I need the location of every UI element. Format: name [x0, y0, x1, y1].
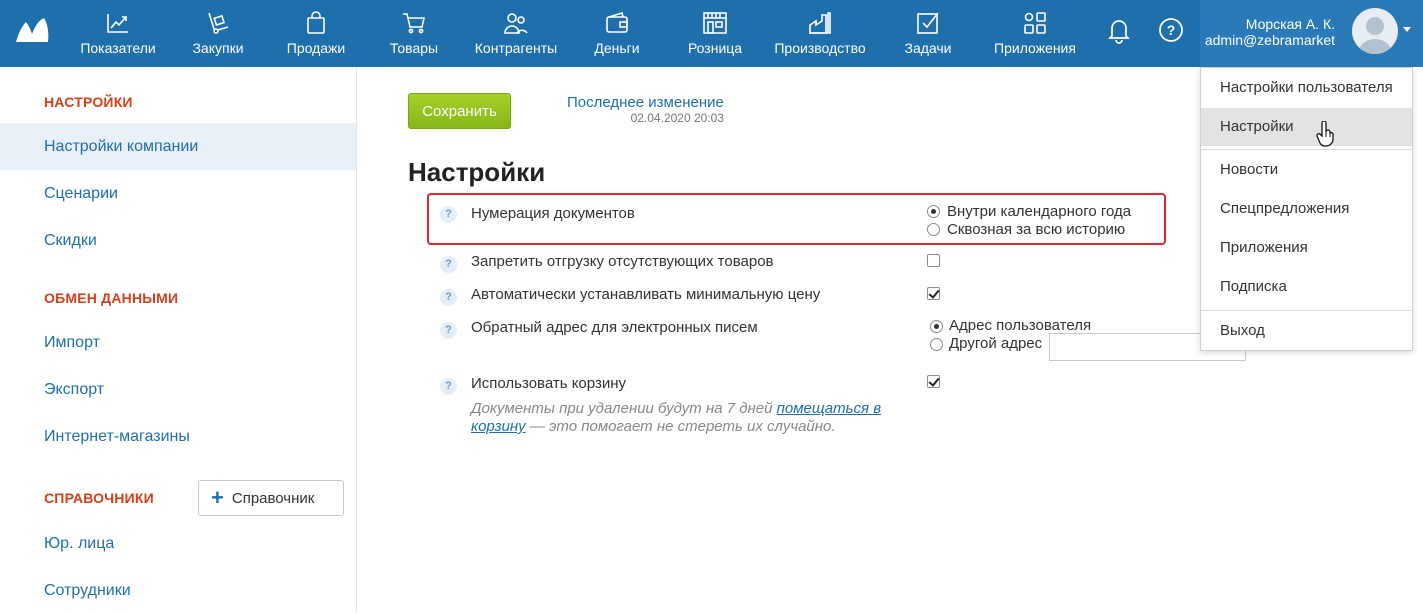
auto-min-price-label: Автоматически устанавливать минимальную … [471, 286, 821, 303]
help-icon[interactable]: ? [440, 289, 457, 306]
nav-item-label: Контрагенты [474, 40, 558, 56]
sidebar-section-title: ОБМЕН ДАННЫМИ [44, 290, 179, 306]
menu-item-apps[interactable]: Приложения [1201, 229, 1412, 267]
auto-min-price-checkbox[interactable] [927, 287, 940, 300]
sidebar-item-export[interactable]: Экспорт [0, 366, 356, 413]
nav-item-label: Товары [389, 40, 439, 56]
add-reference-button[interactable]: + Справочник [198, 480, 344, 516]
menu-item-news[interactable]: Новости [1201, 151, 1412, 189]
store-icon [702, 10, 728, 36]
bell-icon[interactable] [1105, 16, 1133, 44]
last-change-date: 02.04.2020 20:03 [630, 111, 724, 125]
shopping-bag-icon [303, 10, 329, 36]
radio-user-address-label: Адрес пользователя [949, 317, 1092, 334]
factory-icon [807, 10, 833, 36]
user-name: Морская А. К. [1245, 16, 1335, 32]
nav-item-purchases[interactable]: Закупки [192, 0, 244, 67]
nav-item-label: Продажи [286, 40, 346, 56]
radio-user-address[interactable] [930, 320, 943, 333]
sidebar-item-scenarios[interactable]: Сценарии [0, 170, 356, 217]
sidebar-item-import[interactable]: Импорт [0, 319, 356, 366]
nav-item-label: Показатели [80, 40, 156, 56]
people-icon [503, 10, 529, 36]
sidebar-item-legal-entities[interactable]: Юр. лица [0, 520, 356, 567]
user-dropdown-menu: Настройки пользователя Настройки Новости… [1200, 67, 1413, 351]
logo-icon[interactable] [14, 16, 50, 44]
forbid-shipment-checkbox[interactable] [927, 254, 940, 267]
trash-note-text: — это помогает не стереть их случайно. [525, 418, 836, 435]
doc-numbering-label: Нумерация документов [471, 205, 635, 222]
radio-other-address-label: Другой адрес [949, 335, 1043, 352]
last-change-link[interactable]: Последнее изменение [567, 94, 724, 111]
apps-icon [1022, 10, 1048, 36]
hand-truck-icon [205, 10, 231, 36]
wallet-icon [604, 10, 630, 36]
sidebar-item-company-settings[interactable]: Настройки компании [0, 123, 356, 170]
sidebar-item-online-stores[interactable]: Интернет-магазины [0, 413, 356, 460]
nav-item-money[interactable]: Деньги [594, 0, 640, 67]
nav-item-production[interactable]: Производство [774, 0, 866, 67]
page-title: Настройки [408, 157, 546, 187]
sidebar-item-discounts[interactable]: Скидки [0, 217, 356, 264]
sidebar-item-employees[interactable]: Сотрудники [0, 567, 356, 614]
menu-item-settings[interactable]: Настройки [1201, 108, 1412, 146]
hand-pointer-icon [1316, 121, 1334, 147]
nav-item-goods[interactable]: Товары [390, 0, 438, 67]
nav-item-label: Приложения [994, 40, 1076, 56]
menu-divider [1201, 310, 1412, 311]
sidebar-section-title: СПРАВОЧНИКИ [44, 490, 154, 506]
trash-note-text: Документы при удалении будут на 7 дней [471, 400, 777, 417]
trash-note: Документы при удалении будут на 7 дней п… [471, 400, 891, 436]
reply-address-label: Обратный адрес для электронных писем [471, 319, 758, 336]
nav-item-label: Задачи [904, 40, 952, 56]
help-icon[interactable]: ? [440, 256, 457, 273]
chart-line-icon [105, 10, 131, 36]
nav-item-retail[interactable]: Розница [688, 0, 742, 67]
menu-item-subscription[interactable]: Подписка [1201, 268, 1412, 306]
nav-item-indicators[interactable]: Показатели [80, 0, 156, 67]
user-email: admin@zebramarket [1204, 32, 1335, 48]
save-button[interactable]: Сохранить [408, 93, 511, 129]
forbid-shipment-label: Запретить отгрузку отсутствующих товаров [471, 253, 774, 270]
checkbox-icon [915, 10, 941, 36]
help-icon[interactable]: ? [440, 378, 457, 395]
nav-item-label: Деньги [594, 40, 640, 56]
user-silhouette-icon [1358, 17, 1392, 54]
nav-item-label: Закупки [192, 40, 244, 56]
nav-item-sales[interactable]: Продажи [287, 0, 345, 67]
nav-item-label: Производство [774, 40, 866, 56]
menu-item-logout[interactable]: Выход [1201, 312, 1412, 350]
add-reference-label: Справочник [231, 489, 315, 507]
use-trash-label: Использовать корзину [471, 375, 626, 392]
help-icon[interactable]: ? [440, 206, 457, 223]
use-trash-checkbox[interactable] [927, 375, 940, 388]
svg-text:?: ? [1167, 22, 1176, 38]
settings-sidebar: НАСТРОЙКИ Настройки компании Сценарии Ск… [0, 67, 357, 613]
plus-icon: + [211, 485, 224, 510]
sidebar-section-title: НАСТРОЙКИ [44, 94, 133, 110]
nav-item-counterparties[interactable]: Контрагенты [475, 0, 557, 67]
help-icon[interactable]: ? [440, 322, 457, 339]
radio-whole-history[interactable] [927, 223, 940, 236]
radio-calendar-year-label: Внутри календарного года [947, 203, 1132, 220]
radio-calendar-year[interactable] [927, 205, 940, 218]
nav-item-tasks[interactable]: Задачи [904, 0, 952, 67]
nav-item-apps[interactable]: Приложения [994, 0, 1076, 67]
menu-item-special-offers[interactable]: Спецпредложения [1201, 190, 1412, 228]
nav-item-label: Розница [687, 40, 743, 56]
menu-item-user-settings[interactable]: Настройки пользователя [1201, 68, 1412, 108]
shopping-cart-icon [401, 10, 427, 36]
avatar[interactable] [1352, 8, 1398, 54]
radio-other-address[interactable] [930, 338, 943, 351]
help-circle-icon[interactable]: ? [1157, 16, 1185, 44]
radio-whole-history-label: Сквозная за всю историю [947, 221, 1126, 238]
menu-divider [1201, 149, 1412, 150]
chevron-down-icon[interactable] [1403, 27, 1411, 32]
